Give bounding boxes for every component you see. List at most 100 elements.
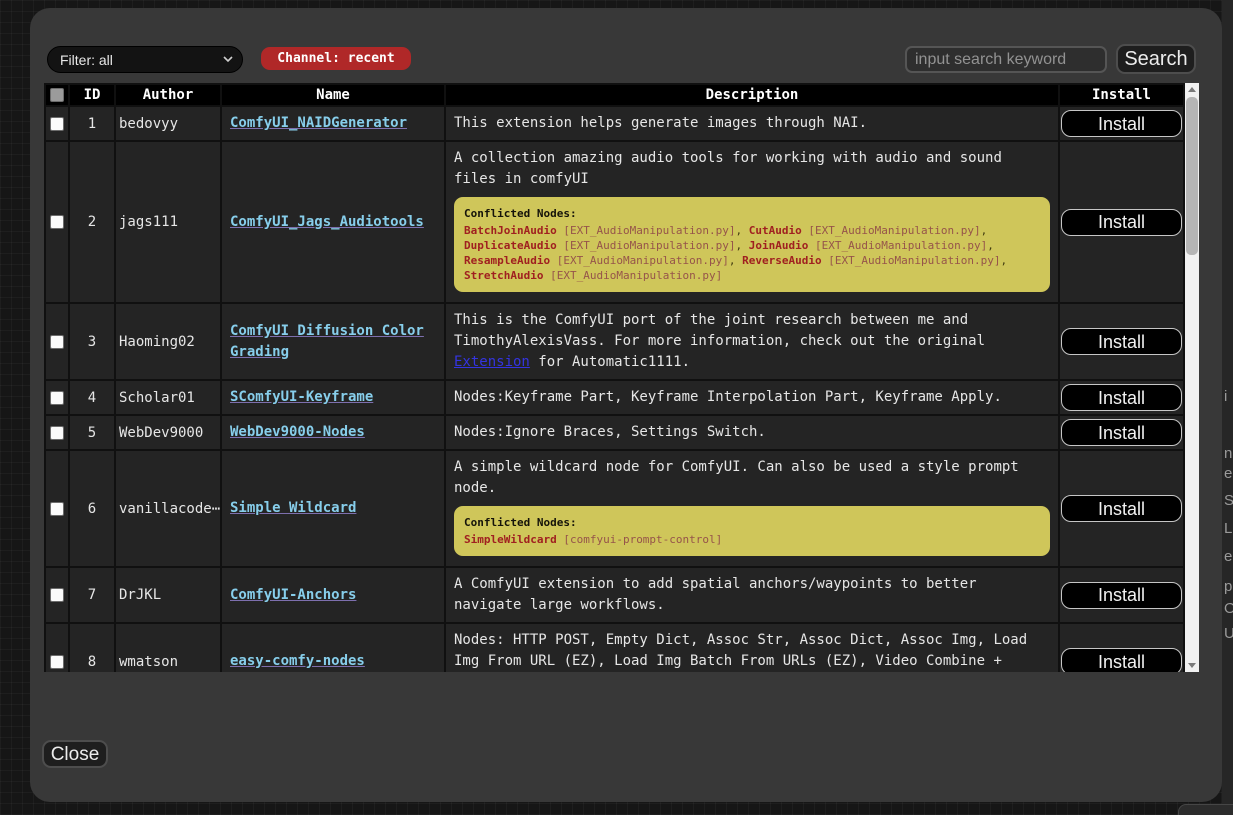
table-row: 6 vanillacode⋯ Simple Wildcard A simple … xyxy=(45,450,1184,567)
row-checkbox[interactable] xyxy=(50,215,64,229)
install-button[interactable]: Install xyxy=(1061,384,1182,411)
row-checkbox[interactable] xyxy=(50,391,64,405)
scroll-down-arrow-icon[interactable] xyxy=(1185,659,1199,672)
row-name-cell: WebDev9000-Nodes xyxy=(221,415,445,450)
scrollbar-thumb[interactable] xyxy=(1186,97,1198,255)
row-checkbox[interactable] xyxy=(50,588,64,602)
conflicted-nodes-box: Conflicted Nodes:BatchJoinAudio [EXT_Aud… xyxy=(454,197,1050,292)
select-all-checkbox[interactable] xyxy=(50,88,64,102)
description-text: A collection amazing audio tools for wor… xyxy=(454,150,1002,187)
row-select-cell xyxy=(45,303,69,380)
extension-name-link[interactable]: WebDev9000-Nodes xyxy=(230,424,365,440)
row-description: A collection amazing audio tools for wor… xyxy=(445,141,1059,303)
extension-name-link[interactable]: SComfyUI-Keyframe xyxy=(230,389,373,405)
row-checkbox[interactable] xyxy=(50,502,64,516)
row-install-cell: Install xyxy=(1059,623,1184,672)
extension-name-link[interactable]: ComfyUI_Jags_Audiotools xyxy=(230,214,424,230)
conflict-node-name: CutAudio xyxy=(749,224,802,237)
row-description: Nodes:Keyframe Part, Keyframe Interpolat… xyxy=(445,380,1059,415)
install-button[interactable]: Install xyxy=(1061,648,1182,672)
select-all-header xyxy=(45,84,69,106)
table-row: 7 DrJKL ComfyUI-Anchors A ComfyUI extens… xyxy=(45,567,1184,623)
background-page-edge: ineSLepOU xyxy=(1222,0,1233,815)
table-row: 4 Scholar01 SComfyUI-Keyframe Nodes:Keyf… xyxy=(45,380,1184,415)
row-name-cell: Simple Wildcard xyxy=(221,450,445,567)
row-name-cell: ComfyUI Diffusion Color Grading xyxy=(221,303,445,380)
conflict-node-name: DuplicateAudio xyxy=(464,239,557,252)
row-id: 4 xyxy=(69,380,115,415)
table-row: 1 bedovyy ComfyUI_NAIDGenerator This ext… xyxy=(45,106,1184,141)
row-description: A simple wildcard node for ComfyUI. Can … xyxy=(445,450,1059,567)
header-description: Description xyxy=(445,84,1059,106)
conflict-node-file: [comfyui-prompt-control] xyxy=(557,533,723,546)
conflict-node-name: StretchAudio xyxy=(464,269,543,282)
row-name-cell: ComfyUI_NAIDGenerator xyxy=(221,106,445,141)
table-row: 8 wmatson easy-comfy-nodes Nodes: HTTP P… xyxy=(45,623,1184,672)
search-button[interactable]: Search xyxy=(1116,44,1196,74)
row-checkbox[interactable] xyxy=(50,117,64,131)
install-button[interactable]: Install xyxy=(1061,110,1182,137)
extension-name-link[interactable]: ComfyUI_NAIDGenerator xyxy=(230,115,407,131)
extension-name-link[interactable]: Simple Wildcard xyxy=(230,500,356,516)
install-button[interactable]: Install xyxy=(1061,582,1182,609)
row-author: WebDev9000 xyxy=(115,415,221,450)
header-install: Install xyxy=(1059,84,1184,106)
row-checkbox[interactable] xyxy=(50,335,64,349)
background-text-fragment: S xyxy=(1224,492,1233,509)
row-name-cell: easy-comfy-nodes xyxy=(221,623,445,672)
table-row: 5 WebDev9000 WebDev9000-Nodes Nodes:Igno… xyxy=(45,415,1184,450)
header-name: Name xyxy=(221,84,445,106)
conflicted-nodes-title: Conflicted Nodes: xyxy=(464,515,1040,530)
extension-name-link[interactable]: ComfyUI Diffusion Color Grading xyxy=(230,323,424,360)
row-select-cell xyxy=(45,106,69,141)
filter-select[interactable]: Filter: all xyxy=(47,46,243,73)
row-author: DrJKL xyxy=(115,567,221,623)
row-install-cell: Install xyxy=(1059,141,1184,303)
row-install-cell: Install xyxy=(1059,567,1184,623)
conflict-node-file: [EXT_AudioManipulation.py] xyxy=(808,239,987,252)
row-author: wmatson xyxy=(115,623,221,672)
row-select-cell xyxy=(45,380,69,415)
conflict-node-file: [EXT_AudioManipulation.py] xyxy=(822,254,1001,267)
row-checkbox[interactable] xyxy=(50,426,64,440)
table-body: 1 bedovyy ComfyUI_NAIDGenerator This ext… xyxy=(45,106,1184,672)
row-id: 3 xyxy=(69,303,115,380)
row-name-cell: ComfyUI-Anchors xyxy=(221,567,445,623)
conflict-node-name: ReverseAudio xyxy=(742,254,821,267)
row-select-cell xyxy=(45,141,69,303)
conflicted-nodes-title: Conflicted Nodes: xyxy=(464,206,1040,221)
description-text: Nodes:Keyframe Part, Keyframe Interpolat… xyxy=(454,389,1002,405)
channel-badge[interactable]: Channel: recent xyxy=(261,47,411,70)
install-button[interactable]: Install xyxy=(1061,495,1182,522)
search-input[interactable] xyxy=(905,46,1107,73)
background-text-fragment: U xyxy=(1224,625,1233,642)
row-name-cell: SComfyUI-Keyframe xyxy=(221,380,445,415)
row-description: This extension helps generate images thr… xyxy=(445,106,1059,141)
extensions-table: ID Author Name Description Install 1 bed… xyxy=(44,83,1185,672)
row-description: This is the ComfyUI port of the joint re… xyxy=(445,303,1059,380)
extensions-table-zone: ID Author Name Description Install 1 bed… xyxy=(44,83,1199,672)
description-text: A simple wildcard node for ComfyUI. Can … xyxy=(454,459,1019,496)
table-row: 3 Haoming02 ComfyUI Diffusion Color Grad… xyxy=(45,303,1184,380)
description-text: A ComfyUI extension to add spatial ancho… xyxy=(454,576,977,613)
row-id: 8 xyxy=(69,623,115,672)
extension-name-link[interactable]: ComfyUI-Anchors xyxy=(230,587,356,603)
header-id: ID xyxy=(69,84,115,106)
row-id: 2 xyxy=(69,141,115,303)
background-text-fragment: p xyxy=(1224,578,1232,595)
extension-name-link[interactable]: easy-comfy-nodes xyxy=(230,653,365,669)
row-author: Scholar01 xyxy=(115,380,221,415)
background-element-corner xyxy=(1178,804,1233,815)
description-link[interactable]: Extension xyxy=(454,354,530,370)
conflict-node-file: [EXT_AudioManipulation.py] xyxy=(543,269,722,282)
install-button[interactable]: Install xyxy=(1061,209,1182,236)
row-checkbox[interactable] xyxy=(50,655,64,669)
custom-nodes-manager-dialog: Filter: all Channel: recent Search ID Au… xyxy=(30,8,1222,802)
install-button[interactable]: Install xyxy=(1061,328,1182,355)
scroll-up-arrow-icon[interactable] xyxy=(1185,83,1199,96)
close-button[interactable]: Close xyxy=(42,740,108,768)
table-header-row: ID Author Name Description Install xyxy=(45,84,1184,106)
background-text-fragment: e xyxy=(1224,465,1232,482)
install-button[interactable]: Install xyxy=(1061,419,1182,446)
table-scrollbar[interactable] xyxy=(1185,83,1199,672)
